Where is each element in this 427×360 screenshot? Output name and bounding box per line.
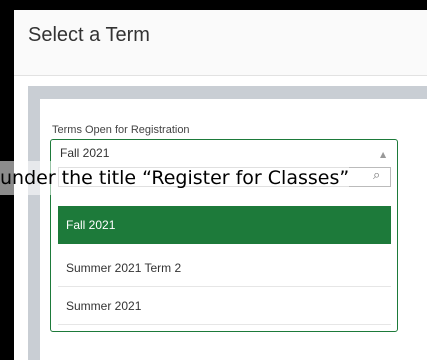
selected-term[interactable]: Fall 2021 (60, 146, 109, 160)
option-summer-2021-term-2[interactable]: Summer 2021 Term 2 (58, 249, 391, 287)
option-fall-2021[interactable]: Fall 2021 (58, 206, 391, 244)
overlay-caption: under the title “Register for Classes” (0, 161, 350, 195)
option-summer-2021[interactable]: Summer 2021 (58, 287, 391, 325)
caret-up-icon[interactable]: ▲ (380, 150, 386, 159)
black-border-top (0, 0, 427, 10)
page-title: Select a Term (28, 24, 150, 46)
search-icon: ⌕ (373, 168, 381, 183)
terms-label: Terms Open for Registration (52, 124, 190, 136)
